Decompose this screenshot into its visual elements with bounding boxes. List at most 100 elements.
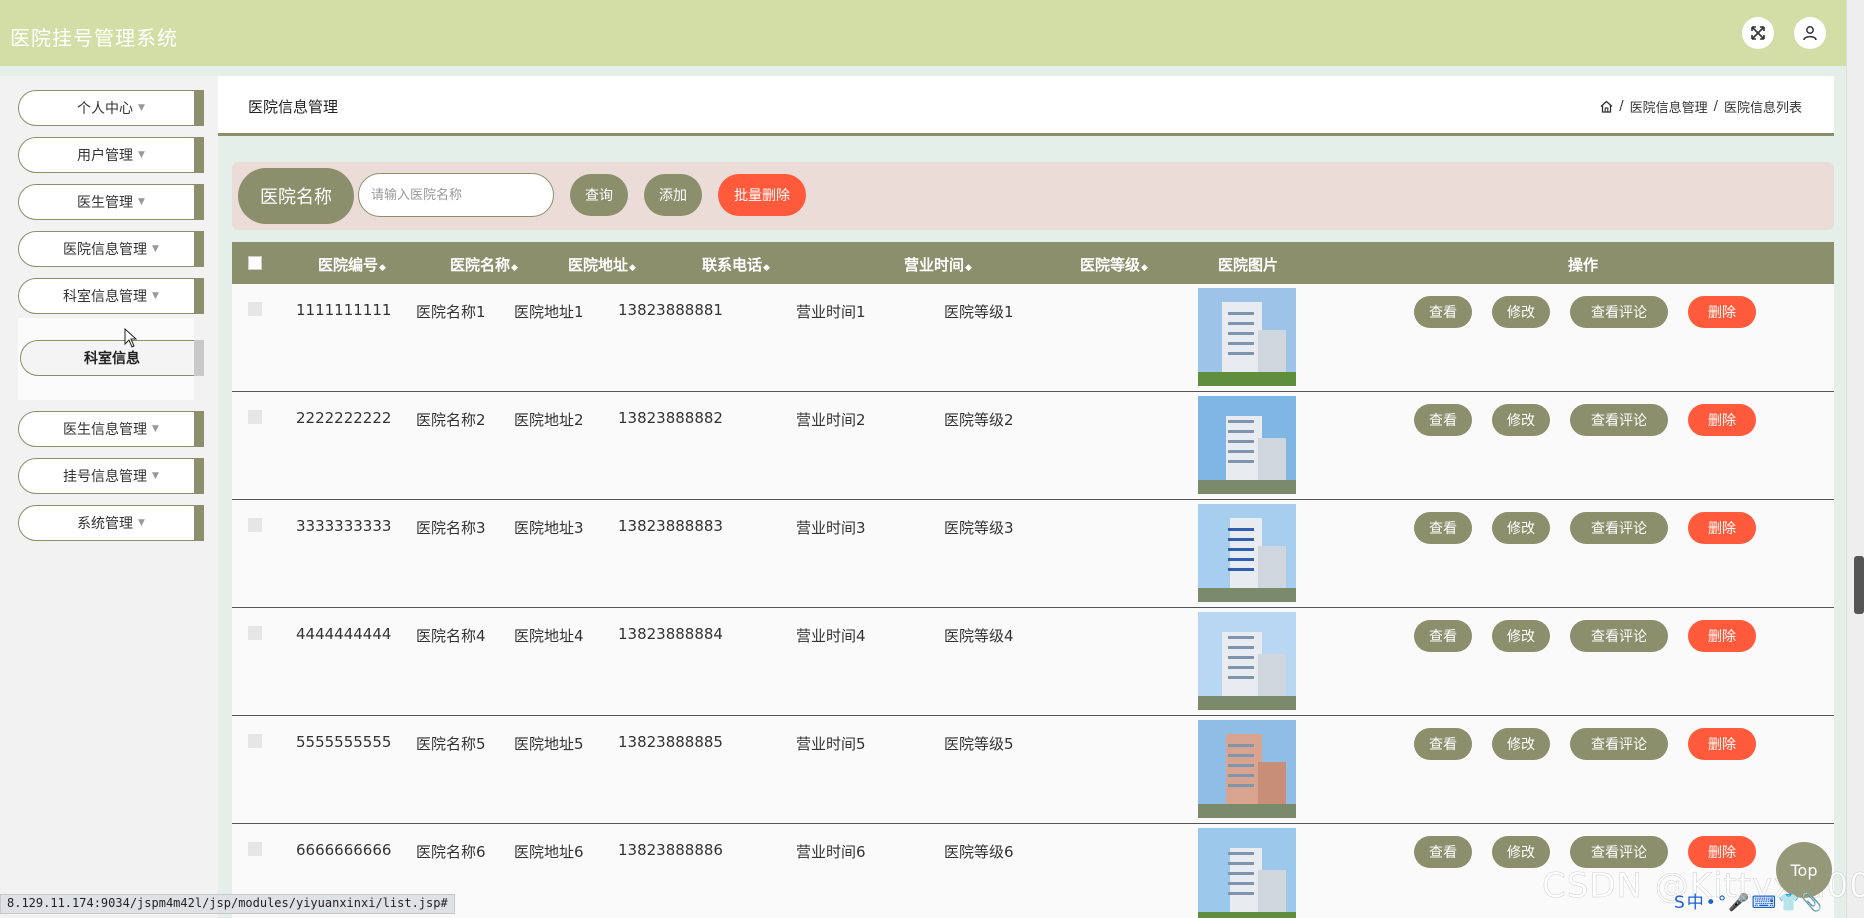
hospital-image[interactable] xyxy=(1198,612,1296,710)
search-input[interactable] xyxy=(358,173,554,217)
cell-hospital-id: 6666666666 xyxy=(296,841,392,859)
cell-hospital-name: 医院名称6 xyxy=(416,843,486,861)
page-scrollbar[interactable] xyxy=(1846,0,1864,918)
chevron-down-icon: ▼ xyxy=(138,150,145,160)
cell-hospital-name: 医院名称1 xyxy=(416,303,486,321)
view-comments-button[interactable]: 查看评论 xyxy=(1570,512,1668,544)
sidebar-item-label: 医院信息管理 xyxy=(63,242,148,258)
sidebar-item-hospital-info[interactable]: 医院信息管理 ▼ xyxy=(18,231,204,267)
sidebar-item-label: 挂号信息管理 xyxy=(63,469,148,485)
sidebar-subitem-department[interactable]: 科室信息 xyxy=(20,340,204,376)
sidebar-item-label: 医生管理 xyxy=(77,195,134,211)
breadcrumb-item[interactable]: 医院信息管理 xyxy=(1630,97,1708,116)
hospital-image[interactable] xyxy=(1198,504,1296,602)
sidebar-item-personal-center[interactable]: 个人中心 ▼ xyxy=(18,90,204,126)
sidebar-subitem-label: 科室信息 xyxy=(84,351,140,367)
column-header-image: 医院图片 xyxy=(1218,256,1279,274)
row-checkbox[interactable] xyxy=(248,518,262,532)
edit-button[interactable]: 修改 xyxy=(1492,620,1550,652)
cell-hospital-name: 医院名称4 xyxy=(416,627,486,645)
cell-hospital-level: 医院等级3 xyxy=(944,519,1014,537)
view-comments-button[interactable]: 查看评论 xyxy=(1570,728,1668,760)
cell-hospital-id: 4444444444 xyxy=(296,625,392,643)
table-row: 5555555555 医院名称5 医院地址5 13823888885 营业时间5 医院等级… xyxy=(232,716,1834,824)
cell-hospital-address: 医院地址2 xyxy=(514,411,584,429)
cell-hospital-name: 医院名称2 xyxy=(416,411,486,429)
sidebar-item-doctor-management[interactable]: 医生管理 ▼ xyxy=(18,184,204,220)
delete-button[interactable]: 删除 xyxy=(1688,836,1756,868)
cell-phone: 13823888882 xyxy=(618,409,723,427)
user-button[interactable] xyxy=(1794,17,1826,49)
edit-button[interactable]: 修改 xyxy=(1492,296,1550,328)
view-comments-button[interactable]: 查看评论 xyxy=(1570,836,1668,868)
cell-phone: 13823888883 xyxy=(618,517,723,535)
column-header-hours[interactable]: 营业时间◆ xyxy=(904,254,972,275)
chevron-down-icon: ▼ xyxy=(138,103,145,113)
edit-button[interactable]: 修改 xyxy=(1492,836,1550,868)
delete-button[interactable]: 删除 xyxy=(1688,620,1756,652)
delete-button[interactable]: 删除 xyxy=(1688,728,1756,760)
row-checkbox[interactable] xyxy=(248,302,262,316)
breadcrumb-item: 医院信息列表 xyxy=(1723,101,1802,116)
sidebar-item-department-info[interactable]: 科室信息管理 ▼ xyxy=(18,278,204,314)
row-checkbox[interactable] xyxy=(248,734,262,748)
column-header-id[interactable]: 医院编号◆ xyxy=(318,254,386,275)
view-button[interactable]: 查看 xyxy=(1414,728,1472,760)
column-header-name[interactable]: 医院名称◆ xyxy=(450,254,518,275)
cell-hospital-address: 医院地址6 xyxy=(514,843,584,861)
home-icon[interactable] xyxy=(1600,100,1613,113)
sidebar-item-system-management[interactable]: 系统管理 ▼ xyxy=(18,505,204,541)
row-checkbox[interactable] xyxy=(248,410,262,424)
query-button[interactable]: 查询 xyxy=(570,174,628,216)
hospital-image[interactable] xyxy=(1198,828,1296,918)
hospital-image[interactable] xyxy=(1198,288,1296,386)
sort-icon: ◆ xyxy=(379,263,386,273)
view-comments-button[interactable]: 查看评论 xyxy=(1570,404,1668,436)
column-header-label: 医院名称 xyxy=(450,256,511,274)
view-comments-button[interactable]: 查看评论 xyxy=(1570,620,1668,652)
delete-button[interactable]: 删除 xyxy=(1688,296,1756,328)
view-button[interactable]: 查看 xyxy=(1414,836,1472,868)
batch-delete-button[interactable]: 批量删除 xyxy=(718,174,806,216)
row-checkbox[interactable] xyxy=(248,842,262,856)
view-button[interactable]: 查看 xyxy=(1414,404,1472,436)
add-button[interactable]: 添加 xyxy=(644,174,702,216)
hospital-image[interactable] xyxy=(1198,396,1296,494)
cell-hospital-level: 医院等级2 xyxy=(944,411,1014,429)
view-button[interactable]: 查看 xyxy=(1414,296,1472,328)
mouse-cursor-icon xyxy=(124,328,138,348)
view-comments-button[interactable]: 查看评论 xyxy=(1570,296,1668,328)
cell-business-hours: 营业时间5 xyxy=(796,735,866,753)
breadcrumb: / 医院信息管理 / 医院信息列表 xyxy=(1600,97,1802,116)
scrollbar-thumb[interactable] xyxy=(1854,556,1864,614)
cell-hospital-level: 医院等级5 xyxy=(944,735,1014,753)
cell-hospital-id: 2222222222 xyxy=(296,409,392,427)
sidebar-item-doctor-info[interactable]: 医生信息管理 ▼ xyxy=(18,411,204,447)
view-button[interactable]: 查看 xyxy=(1414,620,1472,652)
sidebar-item-user-management[interactable]: 用户管理 ▼ xyxy=(18,137,204,173)
breadcrumb-separator: / xyxy=(1713,99,1718,114)
hospital-image[interactable] xyxy=(1198,720,1296,818)
delete-button[interactable]: 删除 xyxy=(1688,512,1756,544)
edit-button[interactable]: 修改 xyxy=(1492,512,1550,544)
hospital-table: 医院编号◆ 医院名称◆ 医院地址◆ 联系电话◆ 营业时间◆ 医院等级◆ 医院图片… xyxy=(232,242,1834,918)
chevron-down-icon: ▼ xyxy=(152,291,159,301)
column-header-level[interactable]: 医院等级◆ xyxy=(1080,254,1148,275)
sidebar-item-label: 医生信息管理 xyxy=(63,422,148,438)
row-checkbox[interactable] xyxy=(248,626,262,640)
cell-phone: 13823888886 xyxy=(618,841,723,859)
column-header-label: 联系电话 xyxy=(702,256,763,274)
cell-hospital-level: 医院等级4 xyxy=(944,627,1014,645)
view-button[interactable]: 查看 xyxy=(1414,512,1472,544)
select-all-checkbox[interactable] xyxy=(248,256,262,270)
sidebar-item-label: 科室信息管理 xyxy=(63,289,148,305)
page-title: 医院信息管理 xyxy=(248,98,339,116)
delete-button[interactable]: 删除 xyxy=(1688,404,1756,436)
fullscreen-button[interactable] xyxy=(1742,17,1774,49)
column-header-address[interactable]: 医院地址◆ xyxy=(568,254,636,275)
column-header-phone[interactable]: 联系电话◆ xyxy=(702,254,770,275)
cell-phone: 13823888885 xyxy=(618,733,723,751)
edit-button[interactable]: 修改 xyxy=(1492,404,1550,436)
sidebar-item-registration-info[interactable]: 挂号信息管理 ▼ xyxy=(18,458,204,494)
edit-button[interactable]: 修改 xyxy=(1492,728,1550,760)
